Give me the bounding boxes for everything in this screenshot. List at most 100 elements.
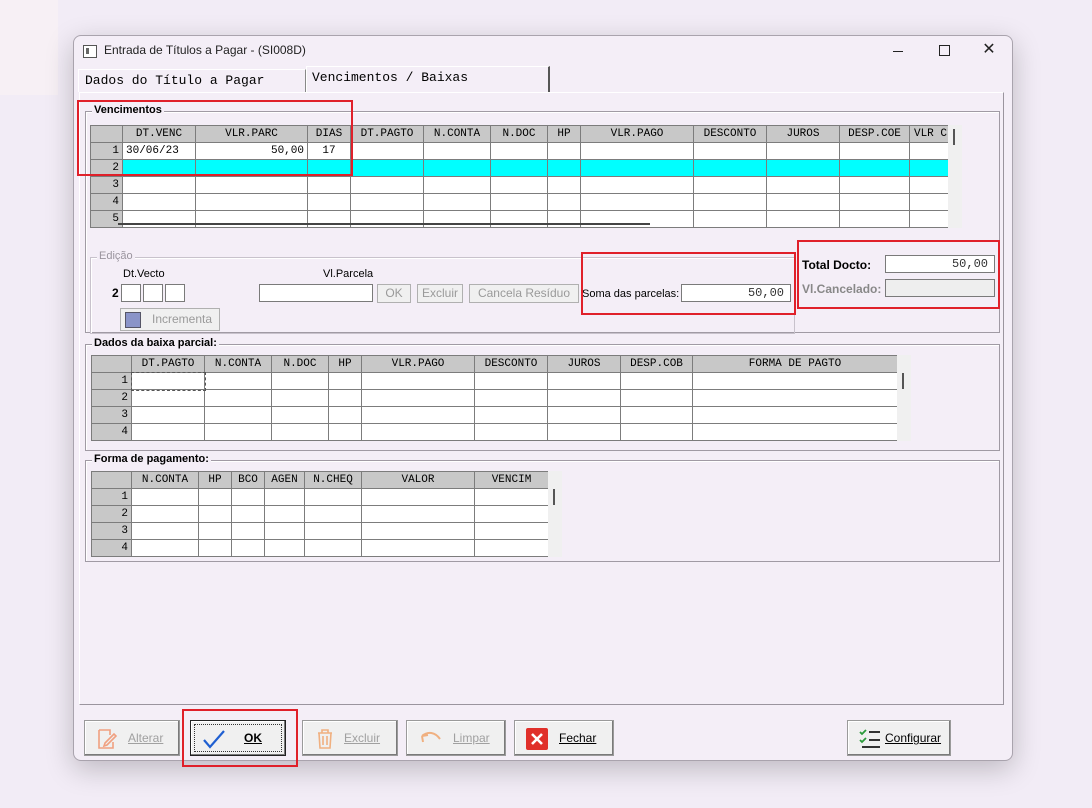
column-header[interactable]: AGEN <box>264 471 305 489</box>
table-row[interactable]: 1 30/06/23 50,00 17 <box>90 142 952 160</box>
column-header[interactable]: N.DOC <box>271 355 329 373</box>
grid-cell[interactable] <box>131 406 205 424</box>
column-header[interactable]: VALOR <box>361 471 475 489</box>
table-row[interactable]: 2 <box>91 505 549 523</box>
alterar-button[interactable]: Alterar <box>84 720 180 756</box>
grid-cell[interactable] <box>490 159 548 177</box>
grid-cell[interactable] <box>307 176 351 194</box>
row-number[interactable]: 1 <box>91 372 132 390</box>
grid-cell[interactable] <box>271 372 329 390</box>
grid-cell[interactable] <box>620 423 693 441</box>
grid-cell[interactable] <box>264 522 305 540</box>
row-number[interactable]: 4 <box>91 423 132 441</box>
column-header[interactable]: N.DOC <box>490 125 548 143</box>
grid-cell[interactable] <box>271 406 329 424</box>
grid-cell[interactable] <box>304 505 362 523</box>
column-header[interactable]: BCO <box>231 471 265 489</box>
grid-cell[interactable] <box>547 159 581 177</box>
edicao-ok-button[interactable]: OK <box>377 284 411 303</box>
grid-cell[interactable] <box>204 389 272 407</box>
grid-cell[interactable] <box>350 193 424 211</box>
grid-cell[interactable] <box>361 423 475 441</box>
grid-cell[interactable] <box>909 159 952 177</box>
grid-cell[interactable] <box>423 176 491 194</box>
grid-cell[interactable] <box>620 406 693 424</box>
grid-cell[interactable] <box>131 488 199 506</box>
grid-cell[interactable] <box>122 176 196 194</box>
grid-cell[interactable] <box>766 142 840 160</box>
forma-pagamento-grid[interactable]: N.CONTA HP BCO AGEN N.CHEQ VALOR VENCIM 1234 <box>91 471 549 557</box>
dt-vecto-day[interactable] <box>121 284 141 302</box>
grid-cell[interactable] <box>839 193 910 211</box>
grid-cell[interactable] <box>909 142 952 160</box>
grid-cell[interactable] <box>304 488 362 506</box>
incrementa-button[interactable]: Incrementa <box>120 308 220 331</box>
grid-cell[interactable] <box>361 488 475 506</box>
grid-cell[interactable] <box>361 406 475 424</box>
table-row[interactable]: 2 <box>90 159 952 177</box>
grid-cell[interactable] <box>766 176 840 194</box>
column-header[interactable]: JUROS <box>547 355 621 373</box>
grid-cell[interactable] <box>131 522 199 540</box>
row-number[interactable]: 3 <box>91 406 132 424</box>
grid-cell[interactable]: 50,00 <box>195 142 308 160</box>
grid-cell[interactable] <box>839 142 910 160</box>
tab-vencimentos-baixas[interactable]: Vencimentos / Baixas <box>306 66 550 93</box>
grid-cell[interactable] <box>231 488 265 506</box>
forma-vscroll-thumb[interactable] <box>553 489 555 505</box>
grid-cell[interactable] <box>547 193 581 211</box>
grid-cell[interactable] <box>231 505 265 523</box>
grid-cell[interactable] <box>264 505 305 523</box>
grid-cell[interactable] <box>131 389 205 407</box>
grid-cell[interactable] <box>328 423 362 441</box>
grid-cell[interactable] <box>264 488 305 506</box>
grid-cell[interactable] <box>474 389 548 407</box>
grid-cell[interactable] <box>304 539 362 557</box>
configurar-button[interactable]: Configurar <box>847 720 951 756</box>
grid-cell[interactable] <box>350 159 424 177</box>
grid-cell[interactable] <box>693 159 767 177</box>
grid-cell[interactable] <box>693 193 767 211</box>
grid-cell[interactable] <box>198 522 232 540</box>
vencimentos-hscroll-thumb[interactable] <box>118 223 650 225</box>
cancela-residuo-button[interactable]: Cancela Resíduo <box>469 284 579 303</box>
grid-cell[interactable] <box>195 159 308 177</box>
row-number[interactable]: 2 <box>91 505 132 523</box>
grid-cell[interactable] <box>580 193 694 211</box>
table-row[interactable]: 4 <box>90 193 952 211</box>
grid-cell[interactable] <box>304 522 362 540</box>
table-row[interactable]: 2 <box>91 389 898 407</box>
column-header[interactable]: DT.VENC <box>122 125 196 143</box>
table-row[interactable]: 3 <box>91 406 898 424</box>
grid-cell[interactable] <box>474 406 548 424</box>
grid-cell[interactable] <box>361 505 475 523</box>
grid-cell[interactable] <box>328 406 362 424</box>
edicao-excluir-button[interactable]: Excluir <box>417 284 463 303</box>
grid-cell[interactable] <box>692 406 898 424</box>
column-header[interactable]: DESP.COE <box>839 125 910 143</box>
grid-cell[interactable] <box>766 159 840 177</box>
grid-cell[interactable] <box>547 423 621 441</box>
grid-cell[interactable] <box>361 539 475 557</box>
grid-cell[interactable] <box>474 488 549 506</box>
grid-cell[interactable] <box>350 142 424 160</box>
grid-cell[interactable] <box>909 193 952 211</box>
minimize-button[interactable] <box>875 36 921 66</box>
forma-vscroll[interactable] <box>548 471 562 557</box>
row-number[interactable]: 2 <box>90 159 123 177</box>
grid-cell[interactable] <box>474 539 549 557</box>
grid-cell[interactable] <box>692 423 898 441</box>
dt-vecto-month[interactable] <box>143 284 163 302</box>
grid-cell[interactable] <box>195 176 308 194</box>
grid-cell[interactable] <box>423 142 491 160</box>
table-row[interactable]: 1 <box>91 488 549 506</box>
grid-cell[interactable] <box>620 372 693 390</box>
grid-cell[interactable] <box>328 389 362 407</box>
column-header[interactable]: VLR.PARC <box>195 125 308 143</box>
grid-cell[interactable] <box>350 176 424 194</box>
grid-cell[interactable] <box>195 193 308 211</box>
column-header[interactable]: VLR.PAGO <box>580 125 694 143</box>
grid-cell[interactable] <box>204 372 272 390</box>
grid-cell[interactable] <box>231 522 265 540</box>
row-number[interactable]: 2 <box>91 389 132 407</box>
